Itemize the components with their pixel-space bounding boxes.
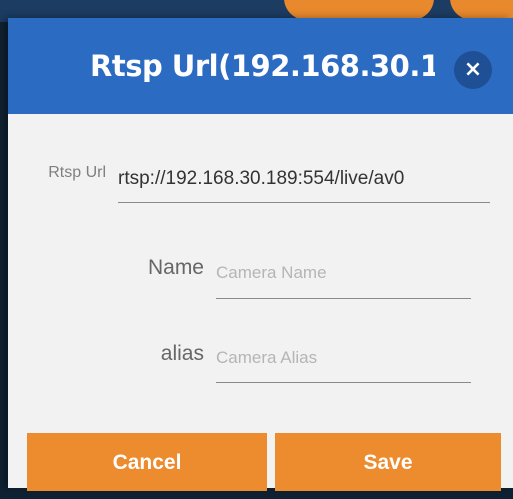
rtsp-url-input[interactable] [118, 156, 490, 203]
camera-alias-input[interactable] [216, 334, 471, 383]
camera-name-input[interactable] [216, 248, 471, 299]
alias-label: alias [160, 342, 204, 365]
rtsp-url-label: Rtsp Url [48, 164, 106, 181]
save-button[interactable]: Save [275, 433, 501, 491]
background-tab [450, 0, 513, 20]
close-icon[interactable]: × [454, 51, 492, 89]
dialog-title: Rtsp Url(192.168.30.189 [90, 49, 435, 83]
dialog-header: Rtsp Url(192.168.30.189 × [8, 18, 513, 114]
cancel-button[interactable]: Cancel [27, 433, 267, 491]
name-label: Name [147, 256, 204, 279]
background-tab [284, 0, 434, 20]
